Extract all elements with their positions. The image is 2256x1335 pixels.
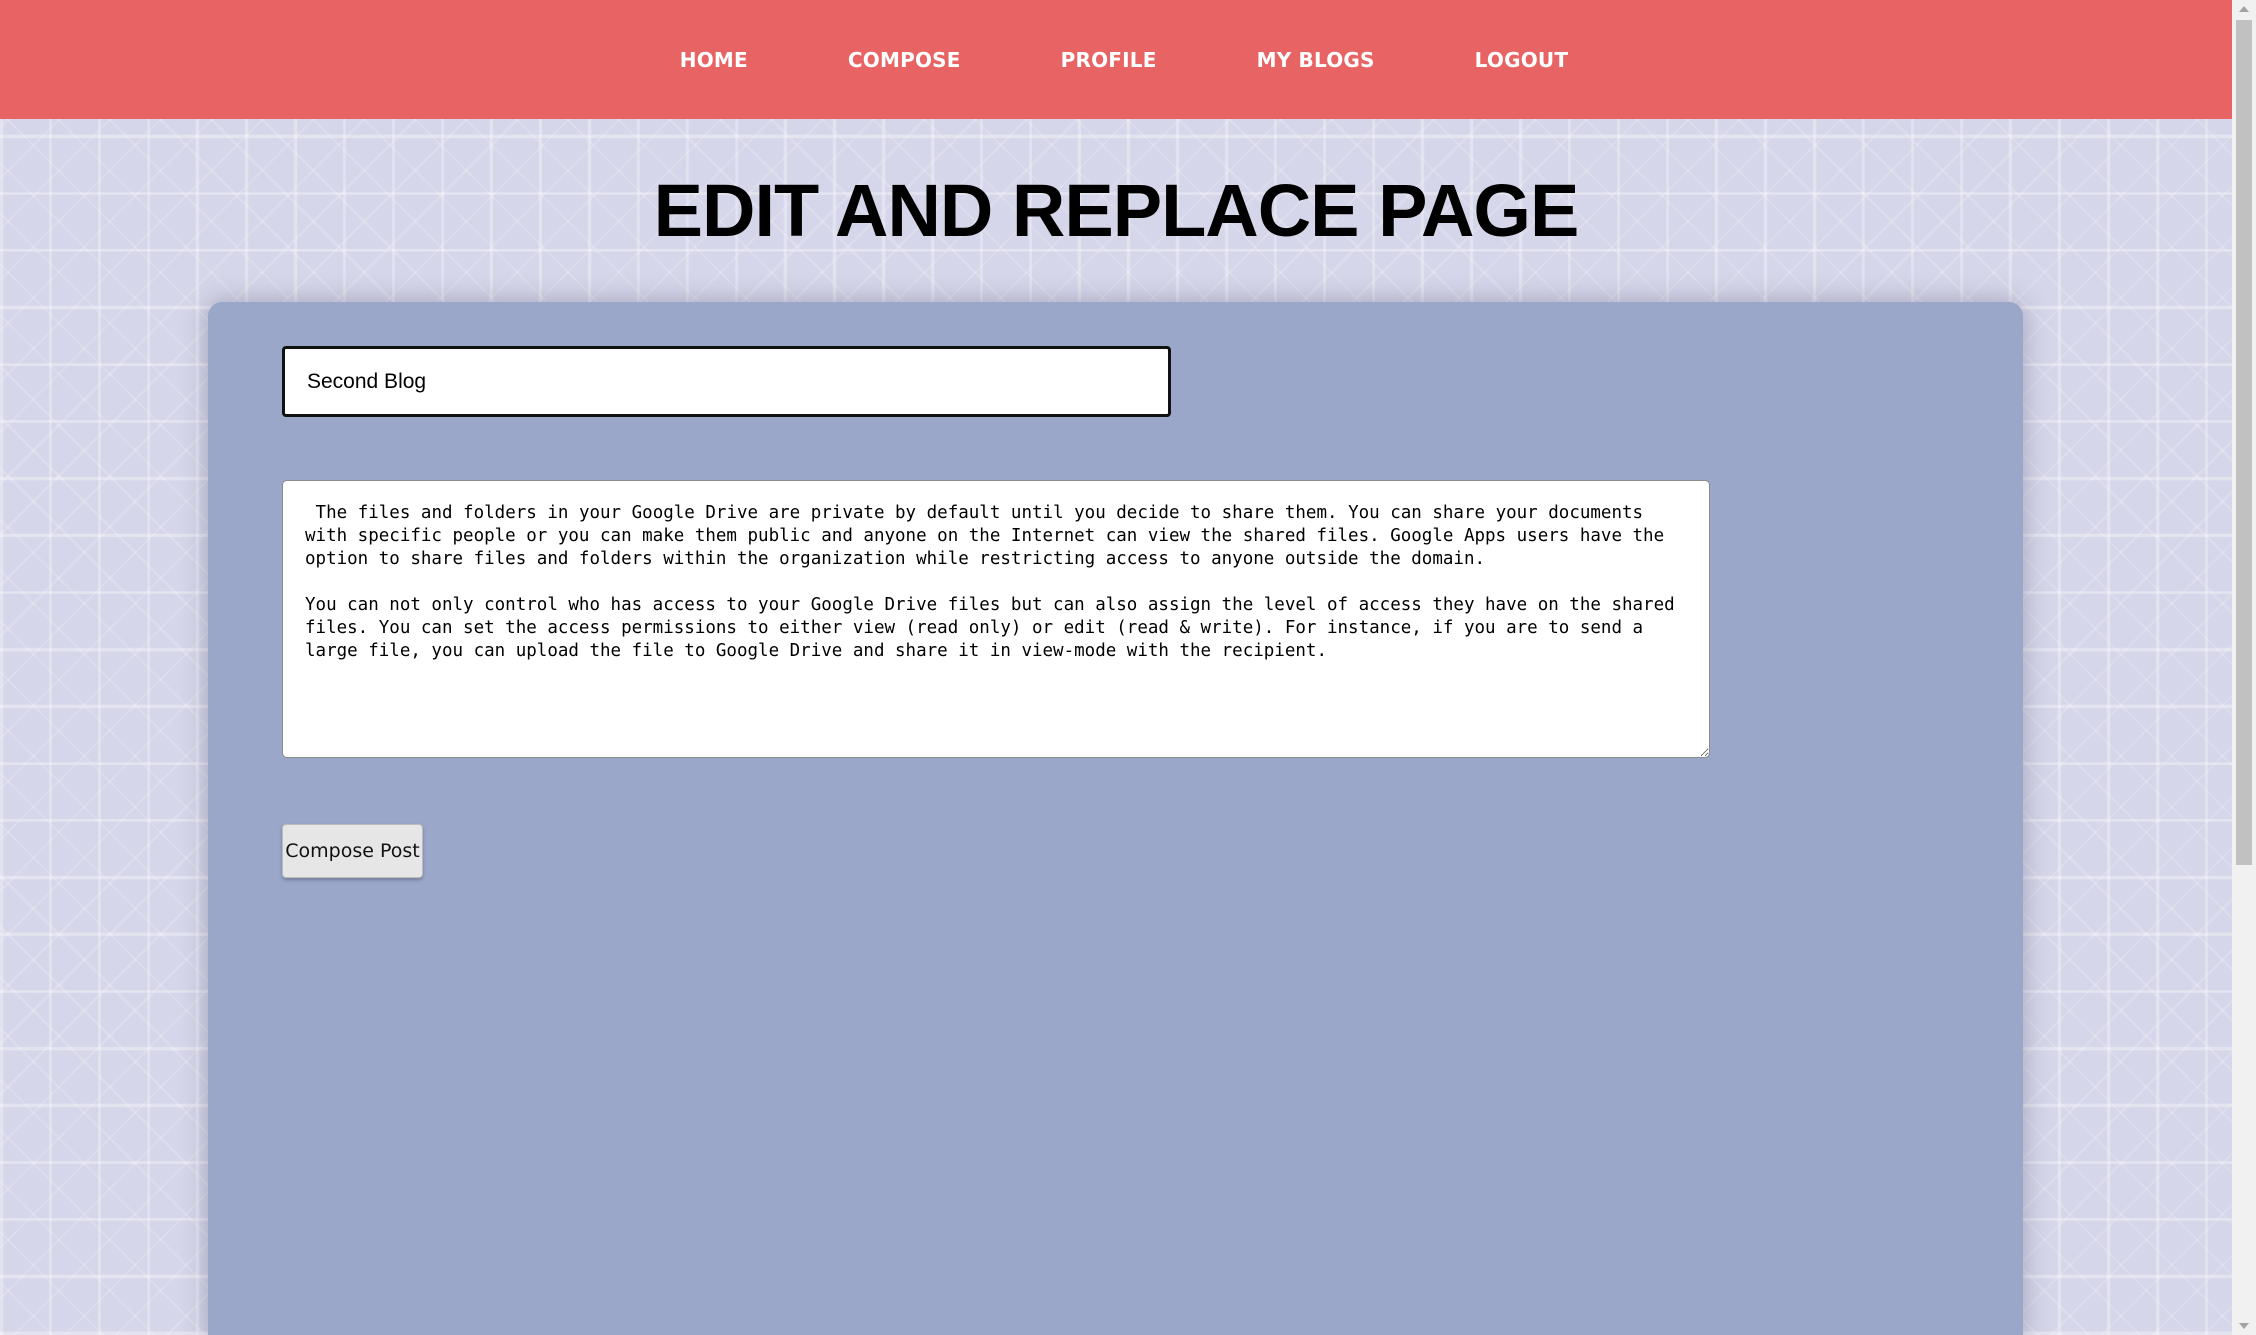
nav-compose-link[interactable]: COMPOSE	[798, 48, 1011, 72]
nav-my-blogs-link[interactable]: MY BLOGS	[1207, 48, 1425, 72]
blog-content-textarea[interactable]: The files and folders in your Google Dri…	[282, 480, 1710, 758]
top-navbar: HOME COMPOSE PROFILE MY BLOGS LOGOUT	[0, 0, 2232, 119]
nav-home-link[interactable]: HOME	[630, 48, 798, 72]
page-scrollbar[interactable]	[2232, 0, 2256, 1335]
edit-form-card: The files and folders in your Google Dri…	[208, 302, 2023, 1335]
page-title: EDIT AND REPLACE PAGE	[653, 169, 1580, 252]
nav-profile-link[interactable]: PROFILE	[1011, 48, 1207, 72]
scrollbar-thumb[interactable]	[2236, 20, 2252, 865]
nav-logout-link[interactable]: LOGOUT	[1425, 48, 1619, 72]
scroll-down-arrow-icon[interactable]	[2239, 1323, 2249, 1329]
compose-post-button[interactable]: Compose Post	[282, 824, 423, 878]
blog-title-input[interactable]	[282, 346, 1171, 417]
scroll-up-arrow-icon[interactable]	[2239, 6, 2249, 12]
nav-links: HOME COMPOSE PROFILE MY BLOGS LOGOUT	[630, 48, 1618, 72]
